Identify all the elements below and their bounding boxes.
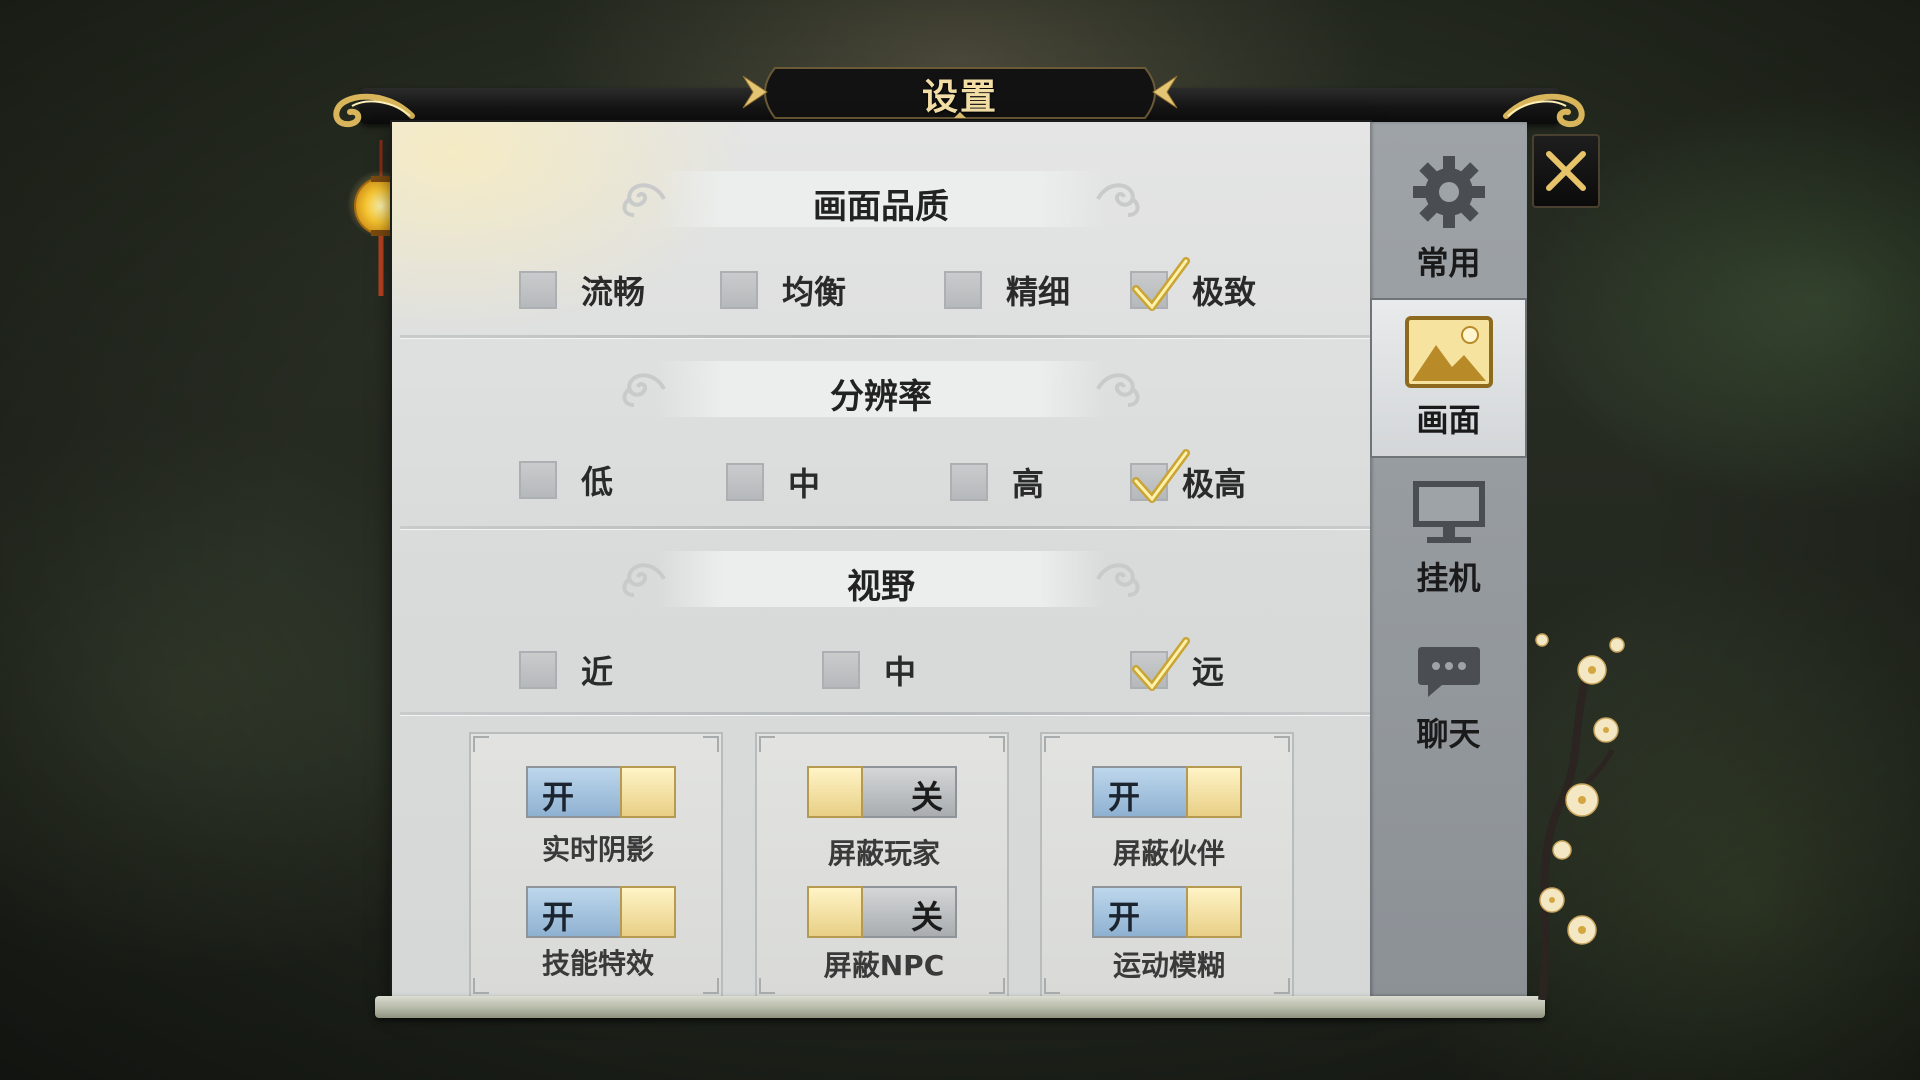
toggle-group-right: 开 屏蔽伙伴 开 运动模糊 xyxy=(1040,732,1294,998)
tab-label: 常用 xyxy=(1416,244,1481,282)
page-title: 设置 xyxy=(921,77,998,118)
option-label: 中 xyxy=(788,465,821,503)
section-header-view-distance: 视野 xyxy=(616,551,1146,607)
toggle-label: 运动模糊 xyxy=(1112,949,1225,982)
tab-label: 画面 xyxy=(1416,401,1481,439)
view-option-medium[interactable]: 中 xyxy=(822,647,916,693)
toggle-state: 关 xyxy=(910,778,943,816)
toggle-label: 屏蔽NPC xyxy=(823,949,945,982)
checkbox[interactable] xyxy=(519,271,557,309)
section-divider xyxy=(400,712,1370,715)
toggle-skill-effects[interactable]: 开 xyxy=(526,886,676,938)
section-title: 视野 xyxy=(847,567,915,607)
quality-option-ultimate[interactable]: 极致 xyxy=(1130,257,1257,313)
option-label: 高 xyxy=(1012,465,1045,503)
option-label: 极致 xyxy=(1192,273,1257,311)
toggle-hide-players[interactable]: 关 xyxy=(807,766,957,818)
toggle-knob[interactable] xyxy=(1186,766,1242,818)
checkbox[interactable] xyxy=(944,271,982,309)
toggle-knob[interactable] xyxy=(807,766,863,818)
option-label: 近 xyxy=(581,653,614,691)
gear-icon xyxy=(1412,156,1485,228)
checkbox-checked[interactable] xyxy=(1130,257,1190,311)
checkbox[interactable] xyxy=(519,461,557,499)
toggle-group-middle: 关 屏蔽玩家 关 屏蔽NPC xyxy=(755,732,1009,998)
toggle-label: 技能特效 xyxy=(541,947,654,980)
option-label: 低 xyxy=(581,463,614,501)
toggle-hide-npc[interactable]: 关 xyxy=(807,886,957,938)
tab-auto-battle[interactable]: 挂机 xyxy=(1370,458,1527,618)
toggle-knob[interactable] xyxy=(620,886,676,938)
resolution-option-high[interactable]: 高 xyxy=(950,459,1044,505)
option-label: 中 xyxy=(884,653,917,691)
toggle-group-left: 开 实时阴影 开 技能特效 xyxy=(469,732,723,998)
section-title: 画面品质 xyxy=(813,187,949,227)
checkbox[interactable] xyxy=(726,463,764,501)
toggle-state: 开 xyxy=(542,898,575,936)
toggle-state: 开 xyxy=(542,778,575,816)
option-label: 极高 xyxy=(1182,465,1247,503)
toggle-knob[interactable] xyxy=(1186,886,1242,938)
section-divider xyxy=(400,526,1370,529)
quality-option-balanced[interactable]: 均衡 xyxy=(720,267,846,313)
checkmark-icon xyxy=(1132,637,1190,691)
option-label: 流畅 xyxy=(581,273,646,311)
monitor-icon xyxy=(1412,481,1485,543)
tab-general[interactable]: 常用 xyxy=(1370,138,1527,298)
section-header-quality: 画面品质 xyxy=(616,171,1146,227)
option-label: 远 xyxy=(1192,653,1225,691)
picture-icon xyxy=(1404,316,1493,388)
checkmark-icon xyxy=(1132,449,1190,503)
view-option-near[interactable]: 近 xyxy=(519,647,613,693)
quality-option-smooth[interactable]: 流畅 xyxy=(519,267,645,313)
close-icon xyxy=(1546,151,1586,191)
chat-bubble-icon xyxy=(1417,647,1480,697)
close-button[interactable] xyxy=(1532,134,1600,208)
toggle-label: 屏蔽玩家 xyxy=(827,837,940,870)
toggle-knob[interactable] xyxy=(620,766,676,818)
toggle-state: 关 xyxy=(910,898,943,936)
toggle-state: 开 xyxy=(1108,778,1141,816)
toggle-realtime-shadow[interactable]: 开 xyxy=(526,766,676,818)
resolution-option-ultra[interactable]: 极高 xyxy=(1130,449,1247,505)
toggle-label: 屏蔽伙伴 xyxy=(1112,837,1225,870)
checkbox-checked[interactable] xyxy=(1130,449,1190,503)
scroll-bottom-rod xyxy=(375,996,1545,1018)
plum-blossom-decoration xyxy=(1535,633,1625,1000)
tab-chat[interactable]: 聊天 xyxy=(1370,618,1527,778)
title-banner: 设置 xyxy=(735,62,1185,122)
quality-option-fine[interactable]: 精细 xyxy=(944,267,1070,313)
checkbox[interactable] xyxy=(720,271,758,309)
toggle-knob[interactable] xyxy=(807,886,863,938)
tab-display[interactable]: 画面 xyxy=(1370,298,1527,458)
checkbox-checked[interactable] xyxy=(1130,637,1190,691)
toggle-hide-companions[interactable]: 开 xyxy=(1092,766,1242,818)
option-label: 均衡 xyxy=(782,273,847,311)
checkmark-icon xyxy=(1132,257,1190,311)
tab-label: 挂机 xyxy=(1416,559,1481,597)
sidebar: 常用 画面 挂机 聊天 xyxy=(1370,122,1527,996)
resolution-option-medium[interactable]: 中 xyxy=(726,459,820,505)
section-header-resolution: 分辨率 xyxy=(616,361,1146,417)
tab-label: 聊天 xyxy=(1416,715,1481,753)
toggle-label: 实时阴影 xyxy=(541,833,654,866)
toggle-motion-blur[interactable]: 开 xyxy=(1092,886,1242,938)
section-title: 分辨率 xyxy=(830,377,932,417)
checkbox[interactable] xyxy=(822,651,860,689)
resolution-option-low[interactable]: 低 xyxy=(519,457,613,503)
view-option-far[interactable]: 远 xyxy=(1130,637,1225,693)
option-label: 精细 xyxy=(1006,273,1071,311)
toggle-state: 开 xyxy=(1108,898,1141,936)
checkbox[interactable] xyxy=(950,463,988,501)
section-divider xyxy=(400,335,1370,338)
checkbox[interactable] xyxy=(519,651,557,689)
